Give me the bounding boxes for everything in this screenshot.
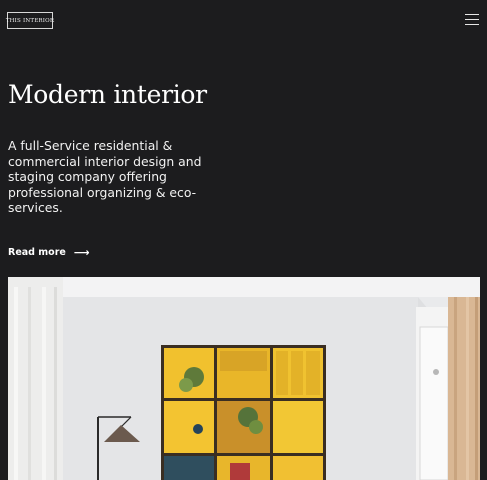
arrow-right-icon: ⟶ (73, 246, 90, 259)
brand-logo[interactable]: THIS INTERIOR (6, 12, 54, 29)
read-more-label: Read more (8, 247, 66, 258)
hamburger-menu-icon[interactable] (465, 14, 479, 25)
hero-image (8, 277, 480, 480)
page-title: Modern interior (8, 80, 207, 109)
hero-description: A full-Service residential & commercial … (8, 138, 202, 215)
read-more-link[interactable]: Read more ⟶ (8, 247, 90, 258)
